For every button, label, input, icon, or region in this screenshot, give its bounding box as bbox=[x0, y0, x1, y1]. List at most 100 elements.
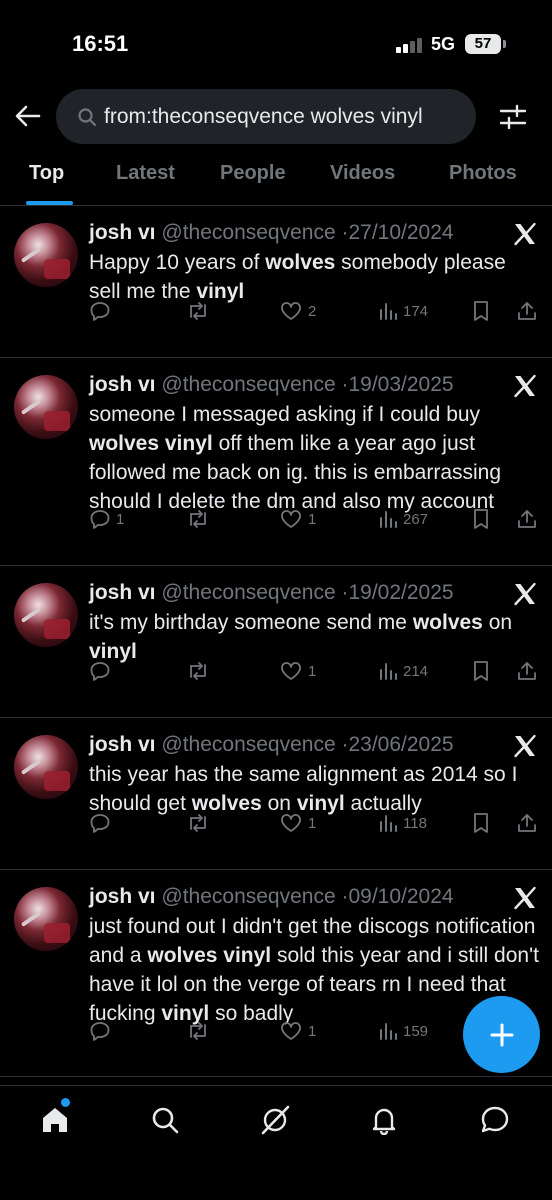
repost-button[interactable] bbox=[186, 807, 215, 839]
like-button[interactable]: 1 bbox=[279, 503, 316, 535]
avatar[interactable] bbox=[14, 375, 78, 439]
author-name[interactable]: josh vı bbox=[89, 581, 156, 604]
views-button[interactable]: 267 bbox=[378, 503, 428, 535]
tweet-header: josh vı @theconseqvence ·19/02/2025 bbox=[89, 579, 454, 607]
search-input[interactable] bbox=[104, 104, 474, 129]
views-button[interactable]: 214 bbox=[378, 655, 428, 687]
author-name[interactable]: josh vı bbox=[89, 221, 156, 244]
reply-icon bbox=[89, 508, 111, 530]
bottom-nav bbox=[0, 1085, 552, 1200]
like-button[interactable]: 1 bbox=[279, 655, 316, 687]
bookmark-icon bbox=[471, 812, 491, 834]
status-bar: 16:51 5G 57 bbox=[0, 0, 552, 88]
nav-home[interactable] bbox=[35, 1100, 75, 1140]
reply-button[interactable] bbox=[89, 1015, 116, 1047]
avatar[interactable] bbox=[14, 583, 78, 647]
bookmark-icon bbox=[471, 508, 491, 530]
like-button[interactable]: 1 bbox=[279, 807, 316, 839]
tweet[interactable]: josh vı @theconseqvence ·19/03/2025 some… bbox=[0, 359, 552, 566]
repost-icon bbox=[186, 812, 210, 834]
author-handle: @theconseqvence bbox=[161, 581, 336, 604]
tab-latest[interactable]: Latest bbox=[116, 162, 175, 185]
share-button[interactable] bbox=[516, 295, 538, 327]
tweet-date[interactable]: 19/03/2025 bbox=[348, 373, 453, 396]
bookmark-button[interactable] bbox=[471, 655, 491, 687]
tweet[interactable]: josh vı @theconseqvence ·19/02/2025 it's… bbox=[0, 567, 552, 718]
author-name[interactable]: josh vı bbox=[89, 733, 156, 756]
repost-icon bbox=[186, 508, 210, 530]
reply-button[interactable]: 1 bbox=[89, 503, 124, 535]
active-tab-indicator bbox=[26, 201, 73, 205]
repost-button[interactable] bbox=[186, 295, 215, 327]
reply-button[interactable] bbox=[89, 295, 116, 327]
plus-icon bbox=[490, 1023, 513, 1046]
home-icon bbox=[43, 1108, 67, 1132]
reply-icon bbox=[89, 1020, 111, 1042]
tweet-actions: 2 174 bbox=[0, 295, 552, 327]
x-logo-icon bbox=[512, 581, 538, 607]
search-icon bbox=[152, 1107, 179, 1134]
share-icon bbox=[516, 660, 538, 682]
tab-videos[interactable]: Videos bbox=[330, 162, 395, 185]
nav-notifications[interactable] bbox=[364, 1100, 404, 1140]
tab-photos[interactable]: Photos bbox=[449, 162, 517, 185]
notifications-bell-icon bbox=[372, 1108, 396, 1135]
tweet-header: josh vı @theconseqvence ·19/03/2025 bbox=[89, 371, 454, 399]
arrow-left-icon bbox=[15, 105, 41, 127]
bookmark-button[interactable] bbox=[471, 503, 491, 535]
tweet-date[interactable]: 09/10/2024 bbox=[348, 885, 453, 908]
author-handle: @theconseqvence bbox=[161, 885, 336, 908]
repost-button[interactable] bbox=[186, 503, 215, 535]
views-button[interactable]: 118 bbox=[378, 807, 427, 839]
repost-button[interactable] bbox=[186, 655, 215, 687]
nav-search[interactable] bbox=[145, 1100, 185, 1140]
back-button[interactable] bbox=[12, 100, 44, 132]
filter-button[interactable] bbox=[494, 99, 532, 135]
nav-grok[interactable] bbox=[255, 1100, 295, 1140]
author-name[interactable]: josh vı bbox=[89, 373, 156, 396]
like-button[interactable]: 1 bbox=[279, 1015, 316, 1047]
view-count: 118 bbox=[403, 814, 427, 832]
network-label: 5G bbox=[431, 34, 456, 54]
tweet[interactable]: josh vı @theconseqvence ·23/06/2025 this… bbox=[0, 719, 552, 870]
bookmark-button[interactable] bbox=[471, 295, 491, 327]
avatar[interactable] bbox=[14, 887, 78, 951]
like-count: 1 bbox=[308, 1022, 317, 1040]
reply-icon bbox=[89, 300, 111, 322]
view-count: 214 bbox=[403, 662, 429, 680]
tweet-date[interactable]: 27/10/2024 bbox=[348, 221, 453, 244]
view-count: 174 bbox=[403, 302, 429, 320]
avatar[interactable] bbox=[14, 223, 78, 287]
reply-count: 1 bbox=[116, 510, 125, 528]
bookmark-button[interactable] bbox=[471, 807, 491, 839]
tab-people[interactable]: People bbox=[220, 162, 286, 185]
share-button[interactable] bbox=[516, 807, 538, 839]
author-handle: @theconseqvence bbox=[161, 733, 336, 756]
bookmark-icon bbox=[471, 300, 491, 322]
author-name[interactable]: josh vı bbox=[89, 885, 156, 908]
like-button[interactable]: 2 bbox=[279, 295, 316, 327]
search-icon bbox=[76, 106, 98, 128]
tweet-text: someone I messaged asking if I could buy… bbox=[89, 400, 539, 516]
repost-button[interactable] bbox=[186, 1015, 215, 1047]
share-icon bbox=[516, 812, 538, 834]
notification-dot bbox=[61, 1098, 70, 1107]
reply-button[interactable] bbox=[89, 655, 116, 687]
compose-button[interactable] bbox=[463, 996, 540, 1073]
like-count: 1 bbox=[308, 814, 317, 832]
tweet-date[interactable]: 23/06/2025 bbox=[348, 733, 453, 756]
tab-top[interactable]: Top bbox=[29, 162, 64, 185]
share-button[interactable] bbox=[516, 503, 538, 535]
nav-messages[interactable] bbox=[475, 1100, 515, 1140]
author-handle: @theconseqvence bbox=[161, 373, 336, 396]
share-button[interactable] bbox=[516, 655, 538, 687]
views-button[interactable]: 159 bbox=[378, 1015, 428, 1047]
text-segment: on bbox=[482, 611, 513, 634]
tweet[interactable]: josh vı @theconseqvence ·27/10/2024 Happ… bbox=[0, 207, 552, 358]
tweet-date[interactable]: 19/02/2025 bbox=[348, 581, 453, 604]
avatar[interactable] bbox=[14, 735, 78, 799]
search-bar[interactable] bbox=[56, 89, 476, 144]
reply-button[interactable] bbox=[89, 807, 116, 839]
views-button[interactable]: 174 bbox=[378, 295, 428, 327]
heart-icon bbox=[279, 1020, 303, 1042]
